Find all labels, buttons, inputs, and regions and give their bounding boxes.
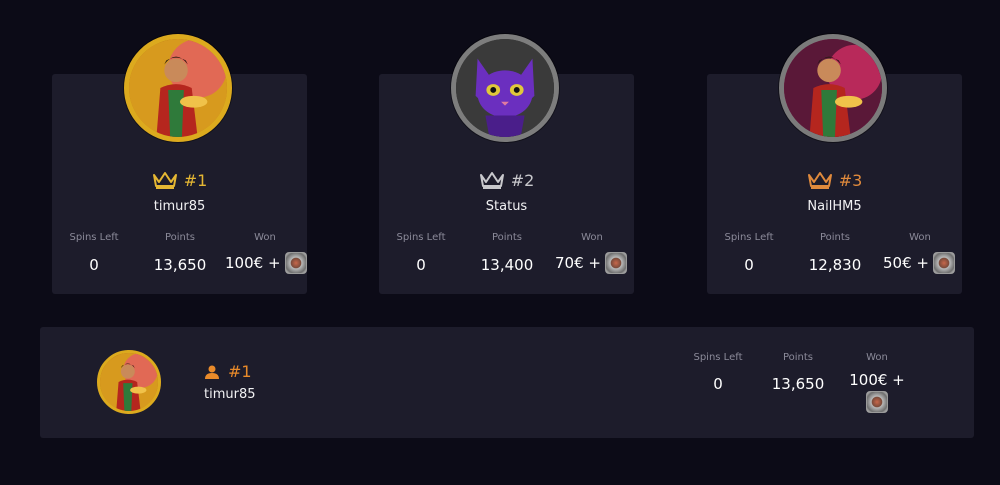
spins-left-value: 0 <box>89 256 99 274</box>
spins-left-label: Spins Left <box>693 352 743 363</box>
spins-left-label: Spins Left <box>724 232 774 243</box>
current-user-rank: #1 <box>204 362 252 381</box>
won-label: Won <box>254 232 276 243</box>
user-icon <box>205 365 219 379</box>
leaderboard-card-3: #3 NailHM5 Spins Left Points Won 0 12,83… <box>707 34 962 294</box>
rank-number: #1 <box>228 362 252 381</box>
won-amount: 50€ + <box>883 254 929 272</box>
player-username: Status <box>485 199 528 214</box>
points-value: 13,650 <box>771 375 825 393</box>
won-value: 50€ + <box>883 252 955 274</box>
leaderboard-card-2: #2 Status Spins Left Points Won 0 13,400… <box>379 34 634 294</box>
won-amount: 100€ + <box>849 371 905 389</box>
spins-left-value: 0 <box>744 256 754 274</box>
won-amount: 70€ + <box>555 254 601 272</box>
rank-row: #2 <box>379 170 634 190</box>
spins-left-value: 0 <box>416 256 426 274</box>
crown-icon <box>807 172 832 189</box>
spins-left-value: 0 <box>713 375 723 393</box>
points-value: 13,400 <box>480 256 534 274</box>
points-label: Points <box>782 352 814 363</box>
player-avatar <box>124 34 232 142</box>
player-username: timur85 <box>153 199 206 214</box>
won-value: 100€ + <box>837 371 917 417</box>
points-label: Points <box>819 232 851 243</box>
prize-chip-icon <box>604 252 627 274</box>
rank-number: #1 <box>183 170 208 190</box>
won-label: Won <box>866 352 888 363</box>
won-value: 100€ + <box>225 252 307 274</box>
cat-avatar-art <box>456 39 554 137</box>
genie-avatar-art <box>129 39 227 137</box>
current-user-username: timur85 <box>204 387 256 402</box>
rank-row: #1 <box>52 170 307 190</box>
player-username: NailHM5 <box>807 199 862 214</box>
crown-icon <box>152 172 177 189</box>
points-label: Points <box>164 232 196 243</box>
leaderboard-card-1: #1 timur85 Spins Left Points Won 0 13,65… <box>52 34 307 294</box>
crown-icon <box>479 172 504 189</box>
won-label: Won <box>581 232 603 243</box>
prize-chip-icon <box>932 252 955 274</box>
player-avatar <box>779 34 887 142</box>
rank-row: #3 <box>707 170 962 190</box>
spins-left-label: Spins Left <box>396 232 446 243</box>
points-value: 12,830 <box>808 256 862 274</box>
won-label: Won <box>909 232 931 243</box>
prize-chip-icon <box>284 252 307 274</box>
genie-avatar-art <box>784 39 882 137</box>
current-user-avatar <box>97 350 161 414</box>
won-amount: 100€ + <box>225 254 281 272</box>
points-label: Points <box>491 232 523 243</box>
genie-avatar-art <box>100 353 158 411</box>
prize-chip-icon <box>866 391 888 413</box>
rank-number: #3 <box>838 170 863 190</box>
spins-left-label: Spins Left <box>69 232 119 243</box>
rank-number: #2 <box>510 170 535 190</box>
current-user-row: #1 timur85 Spins Left Points Won 0 13,65… <box>40 327 974 438</box>
points-value: 13,650 <box>153 256 207 274</box>
won-value: 70€ + <box>555 252 627 274</box>
player-avatar <box>451 34 559 142</box>
